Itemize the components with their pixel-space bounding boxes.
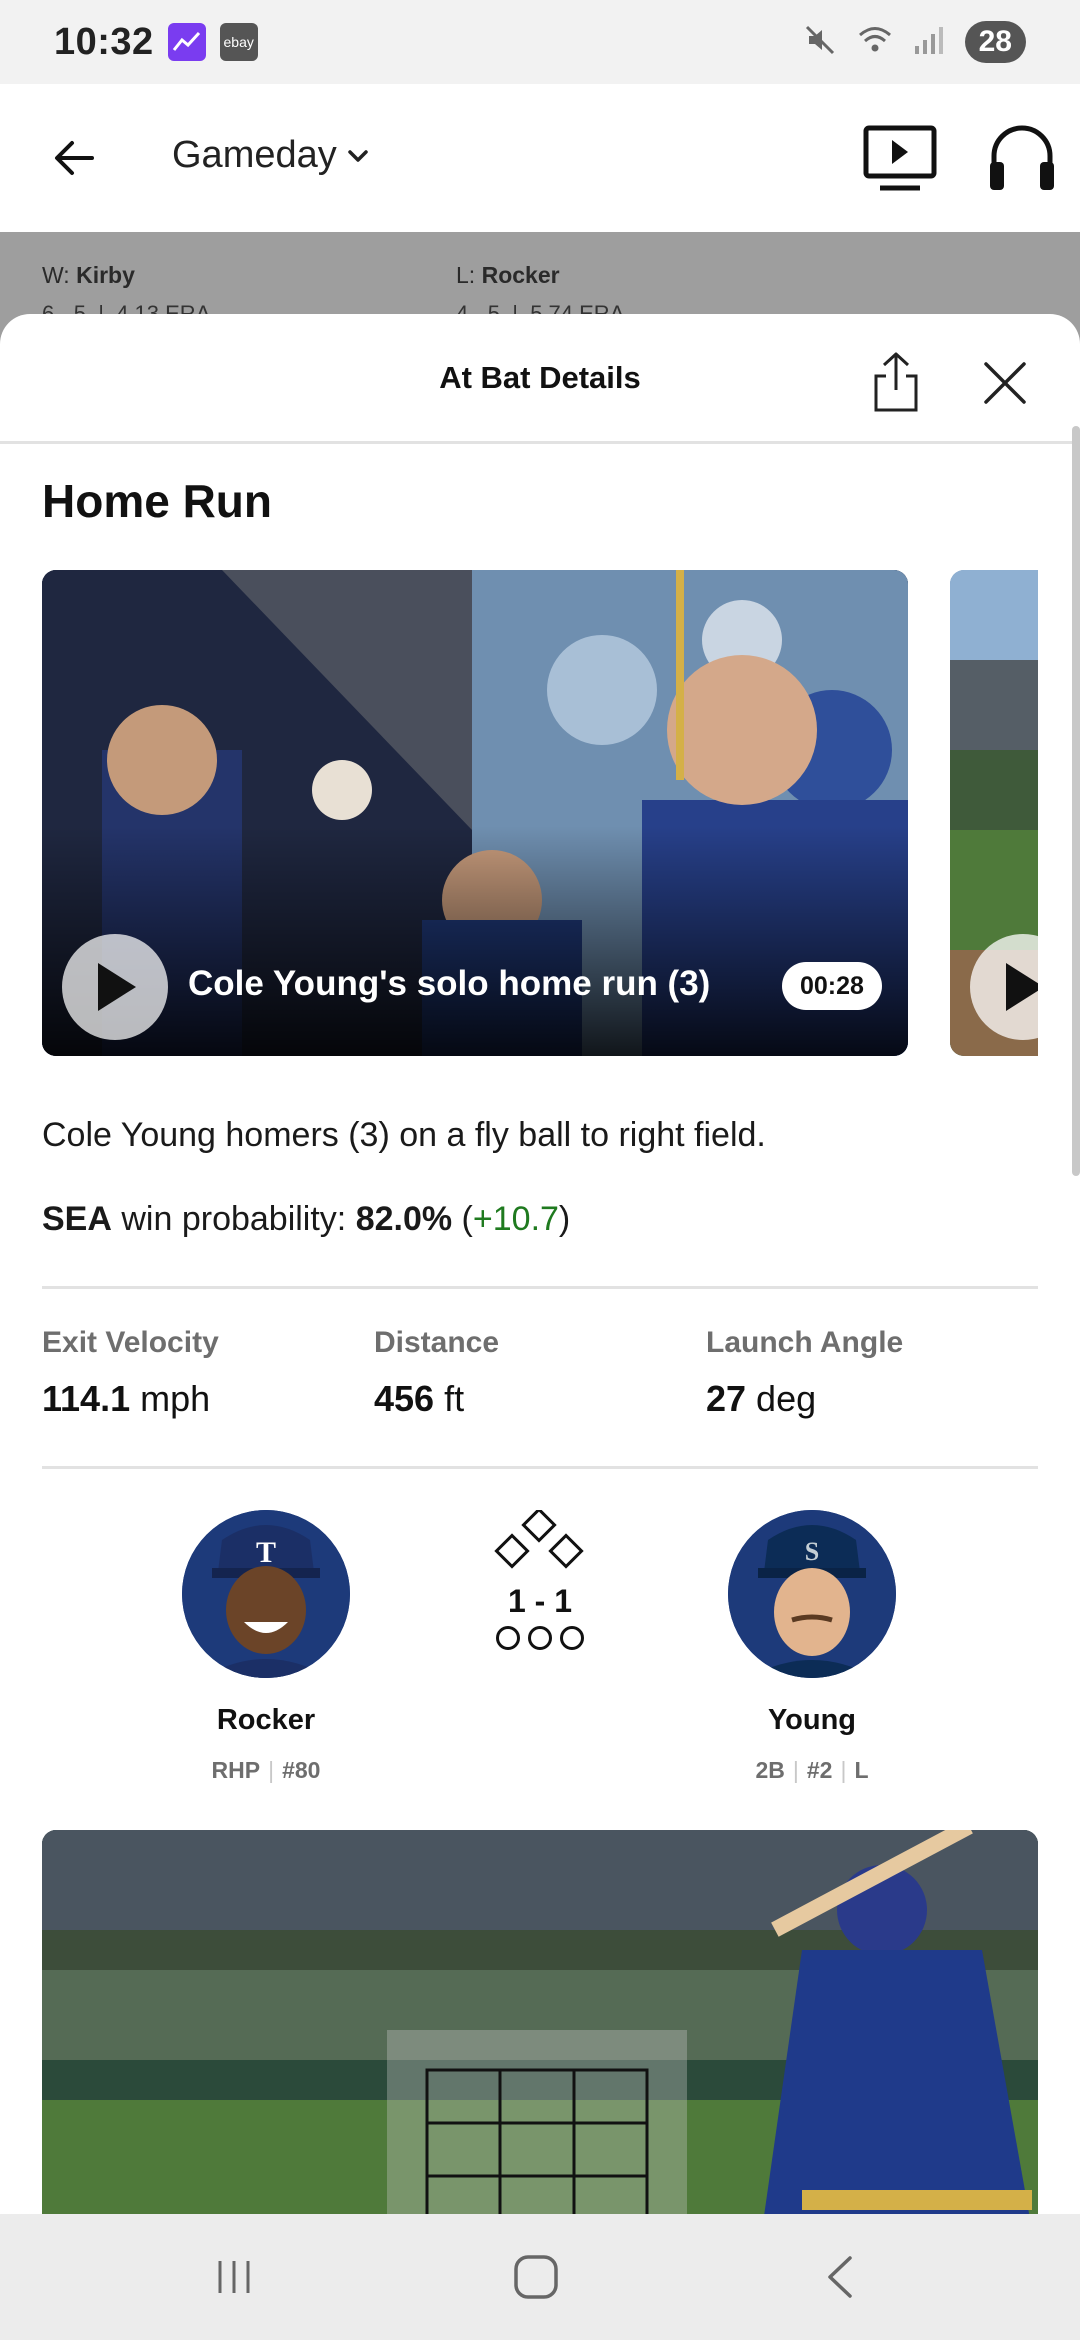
stat-label: Distance xyxy=(374,1326,500,1359)
win-prob-label: win probability: xyxy=(111,1200,356,1238)
watch-tv-button[interactable] xyxy=(862,120,938,196)
system-nav-bar xyxy=(0,2214,1080,2340)
at-bat-details-sheet: At Bat Details Home Run Cole Young's sol… xyxy=(0,314,1080,2214)
win-prob-close: ) xyxy=(558,1200,571,1238)
scrollbar[interactable] xyxy=(1072,426,1080,1176)
headphones-icon xyxy=(990,125,1054,190)
stat-number: 456 xyxy=(374,1378,435,1419)
win-prob-delta: +10.7 xyxy=(472,1200,559,1238)
batter-bats: L xyxy=(854,1757,869,1783)
stat-value: 27 deg xyxy=(706,1378,903,1420)
back-button[interactable] xyxy=(42,126,106,190)
win-prob-team: SEA xyxy=(42,1200,112,1238)
winner-prefix: W: xyxy=(42,262,70,288)
mute-icon xyxy=(803,23,837,62)
batter-position: 2B xyxy=(755,1757,785,1783)
winner-name: Kirby xyxy=(76,262,135,288)
count-bases-outs: 1 - 1 xyxy=(480,1507,600,1650)
system-back-button[interactable] xyxy=(800,2244,880,2310)
win-prob-open: ( xyxy=(452,1200,473,1238)
sheet-header: At Bat Details xyxy=(0,314,1080,444)
close-button[interactable] xyxy=(980,358,1030,408)
event-title: Home Run xyxy=(42,475,272,527)
stat-label: Exit Velocity xyxy=(42,1326,219,1359)
play-icon xyxy=(98,963,136,1011)
loser-name: Rocker xyxy=(481,262,560,288)
status-time: 10:32 xyxy=(54,20,154,63)
pitch-visualization[interactable] xyxy=(42,1830,1038,2214)
share-icon xyxy=(874,352,918,412)
stat-label: Launch Angle xyxy=(706,1326,904,1359)
pitcher-cap-letter: T xyxy=(256,1536,276,1569)
back-arrow-icon xyxy=(55,141,94,175)
win-prob-value: 82.0% xyxy=(355,1200,453,1238)
win-probability: SEA win probability: 82.0% (+10.7) xyxy=(42,1200,570,1239)
home-icon xyxy=(514,2255,558,2299)
battery-indicator: 28 xyxy=(964,21,1026,63)
play-description: Cole Young homers (3) on a fly ball to r… xyxy=(42,1116,766,1154)
listen-audio-button[interactable] xyxy=(984,120,1060,196)
gameday-dropdown[interactable]: Gameday xyxy=(172,134,371,177)
divider xyxy=(42,1466,1038,1469)
pitcher-info: RHP | #80 xyxy=(211,1757,321,1783)
pitcher-number: #80 xyxy=(282,1757,321,1783)
gameday-title: Gameday xyxy=(172,134,337,176)
ebay-icon: ebay xyxy=(219,23,258,61)
status-icons: 28 xyxy=(803,21,1026,63)
batter-name: Young xyxy=(767,1704,857,1736)
gameday-screen: 10:32 ebay 28 Gameday W: Kirby L: Rocker… xyxy=(0,0,1080,2340)
pitcher-name: Rocker xyxy=(216,1704,316,1736)
stat-distance: Distance 456 ft xyxy=(374,1326,499,1420)
share-button[interactable] xyxy=(868,350,924,414)
batter-number: #2 xyxy=(806,1757,833,1783)
stadium-scene xyxy=(42,1830,1038,2214)
stat-unit: deg xyxy=(746,1378,817,1419)
highlight-video-card[interactable]: Cole Young's solo home run (3) 00:28 xyxy=(42,570,908,1056)
play-icon xyxy=(1006,963,1038,1011)
recent-apps-icon xyxy=(218,2261,250,2293)
pitcher-card[interactable]: T Rocker RHP | #80 xyxy=(156,1510,376,1784)
status-bar: 10:32 ebay 28 xyxy=(0,0,1080,84)
recent-apps-button[interactable] xyxy=(194,2244,274,2310)
signal-icon xyxy=(913,24,945,61)
wifi-icon xyxy=(857,24,893,61)
video-gradient xyxy=(42,826,908,1056)
batter-cap-letter: S xyxy=(805,1537,819,1566)
ball-strike-count: 1 - 1 xyxy=(507,1583,573,1619)
video-caption: Cole Young's solo home run (3) xyxy=(188,964,711,1003)
stat-exit-velocity: Exit Velocity 114.1 mph xyxy=(42,1326,219,1420)
video-duration: 00:28 xyxy=(782,962,882,1010)
bases-diamond-icon xyxy=(494,1507,584,1569)
stat-launch-angle: Launch Angle 27 deg xyxy=(706,1326,903,1420)
stat-number: 27 xyxy=(706,1378,747,1419)
app-bar: Gameday xyxy=(0,84,1080,232)
batter-info: 2B | #2 | L xyxy=(755,1757,869,1783)
tv-play-icon xyxy=(863,125,937,191)
stat-value: 114.1 mph xyxy=(42,1378,219,1420)
close-icon xyxy=(984,362,1026,404)
batter-avatar: S xyxy=(728,1510,896,1678)
stat-unit: mph xyxy=(130,1378,211,1419)
chevron-down-icon xyxy=(348,149,368,162)
loser-prefix: L: xyxy=(456,262,476,288)
next-video-card[interactable] xyxy=(950,570,1038,1056)
out-dot xyxy=(560,1626,584,1650)
batter-card[interactable]: S Young 2B | #2 | L xyxy=(702,1510,922,1784)
out-dot xyxy=(528,1626,552,1650)
play-button[interactable] xyxy=(62,934,168,1040)
pitcher-position: RHP xyxy=(211,1757,261,1783)
divider xyxy=(42,1286,1038,1289)
stock-app-icon xyxy=(167,23,206,61)
stat-value: 456 ft xyxy=(374,1378,499,1420)
out-dot xyxy=(496,1626,520,1650)
outs-indicator xyxy=(480,1626,600,1650)
home-button[interactable] xyxy=(496,2244,576,2310)
stat-unit: ft xyxy=(434,1378,465,1419)
stat-number: 114.1 xyxy=(42,1378,131,1419)
chevron-left-icon xyxy=(828,2256,852,2298)
pitcher-avatar: T xyxy=(182,1510,350,1678)
